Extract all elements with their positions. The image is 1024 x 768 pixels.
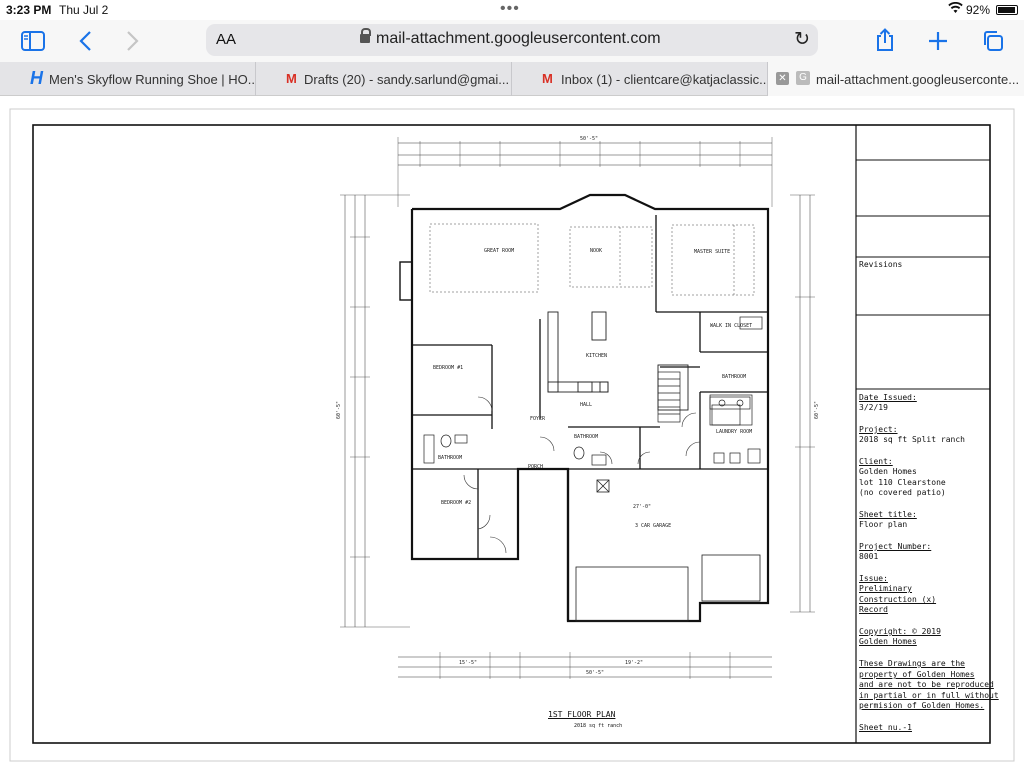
sheet-title-value: Floor plan [859,520,908,529]
room-porch: PORCH [528,464,544,470]
room-hall: HALL [580,402,593,408]
tab-drafts[interactable]: M Drafts (20) - sandy.sarlund@gmai... [256,62,512,96]
room-bathroom-left: BATHROOM [438,455,463,461]
status-bar: 3:23 PM Thu Jul 2 ••• 92% [0,0,1024,20]
status-time: 3:23 PM [6,3,52,17]
document-view[interactable]: GREAT ROOM NOOK MASTER SUITE WALK IN CLO… [0,97,1024,768]
room-garage: 3 CAR GARAGE [635,523,672,529]
address-bar[interactable]: AA mail-attachment.googleusercontent.com… [206,24,818,56]
browser-toolbar: AA mail-attachment.googleusercontent.com… [0,20,1024,62]
date-issued-label: Date Issued: [859,393,917,402]
issue-label: Issue: [859,574,888,583]
url-text[interactable]: mail-attachment.googleusercontent.com [376,30,661,48]
notice-line: in partial or in full without [859,691,999,700]
tab-skyflow[interactable]: H Men's Skyflow Running Shoe | HO... [0,62,256,96]
date-issued-value: 3/2/19 [859,403,888,412]
dim-right-overall: 60'-5" [814,400,821,420]
notice-line: These Drawings are the [859,659,965,668]
battery-icon [996,5,1018,15]
room-bedroom-2: BEDROOM #2 [441,500,472,506]
tab-label: Men's Skyflow Running Shoe | HO... [49,72,256,87]
new-tab-icon[interactable] [923,26,953,56]
client-line: lot 110 Clearstone [859,478,946,487]
client-line: (no covered patio) [859,488,946,497]
project-number-label: Project Number: [859,542,932,551]
copyright-label: Copyright: © 2019 [859,627,941,636]
dim-garage-depth: 27'-0" [633,504,652,510]
tabs-overview-icon[interactable] [978,26,1008,56]
tab-label: mail-attachment.googleuserconte... [816,72,1020,87]
room-kitchen: KITCHEN [586,353,608,359]
sheet-number: Sheet nu.-1 [859,723,912,732]
wifi-icon [948,1,963,17]
dim-top-overall: 50'-5" [580,136,599,142]
notice-line: property of Golden Homes [859,670,975,679]
issue-line: Record [859,605,888,614]
tab-label: Inbox (1) - clientcare@katjaclassic... [561,72,768,87]
notice-line: permision of Golden Homes. [859,701,985,710]
room-master-suite: MASTER SUITE [694,249,731,255]
room-laundry: LAUNDRY ROOM [716,429,753,435]
room-nook: NOOK [590,248,603,254]
room-walk-in-closet: WALK IN CLOSET [710,323,753,329]
dim-bottom-mid: 19'-2" [625,660,644,666]
copyright-value: Golden Homes [859,637,917,646]
sheet-title-label: Sheet title: [859,510,917,519]
room-foyer: FOYER [530,416,546,422]
sidebar-icon[interactable] [18,26,48,56]
text-size-button[interactable]: AA [216,31,236,48]
battery-percent: 92% [966,3,991,17]
room-great-room: GREAT ROOM [484,248,515,254]
forward-icon[interactable] [118,26,148,56]
project-value: 2018 sq ft Split ranch [859,435,965,444]
room-bedroom-1: BEDROOM #1 [433,365,464,371]
plan-subtitle: 2018 sq ft ranch [574,723,623,729]
dim-bottom-overall: 50'-5" [586,670,605,676]
issue-line: Preliminary [859,584,912,593]
room-bathroom-master: BATHROOM [722,374,747,380]
client-line: Golden Homes [859,467,917,476]
hoka-favicon-icon: H [30,68,43,88]
share-icon[interactable] [870,26,900,56]
notice-line: and are not to be reproduced [859,680,994,689]
dim-bottom-left: 15'-5" [459,660,478,666]
tab-attachment[interactable]: ✕ G mail-attachment.googleuserconte... [768,62,1024,96]
tab-inbox[interactable]: M Inbox (1) - clientcare@katjaclassic... [512,62,768,96]
project-number-value: 8001 [859,552,879,561]
back-icon[interactable] [70,26,100,56]
room-bathroom-main: BATHROOM [574,434,599,440]
issue-line: Construction (x) [859,595,937,604]
tab-label: Drafts (20) - sandy.sarlund@gmai... [304,72,510,87]
close-tab-icon[interactable]: ✕ [776,72,789,85]
status-date: Thu Jul 2 [59,3,109,17]
gmail-favicon-icon: M [286,71,297,86]
lock-icon [360,28,371,43]
plan-title: 1ST FLOOR PLAN [548,710,616,719]
tab-bar: H Men's Skyflow Running Shoe | HO... M D… [0,62,1024,96]
dim-left-overall: 60'-5" [336,400,343,420]
reload-icon[interactable]: ↻ [794,28,810,51]
gmail-favicon-icon: M [542,71,553,86]
client-label: Client: [859,457,893,466]
multitask-dots-icon[interactable]: ••• [500,0,520,18]
revisions-label: Revisions [859,260,903,269]
project-label: Project: [859,425,898,434]
google-favicon-icon: G [796,71,810,85]
